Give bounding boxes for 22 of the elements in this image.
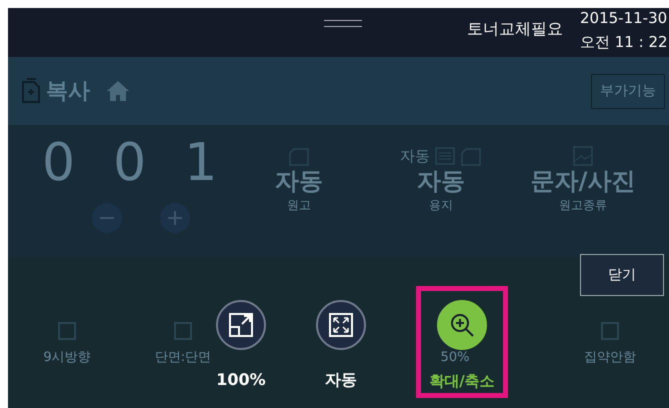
option-label[interactable]: 집약안함 xyxy=(584,348,636,368)
zoom-option[interactable]: 자동 xyxy=(315,286,367,398)
setting-value[interactable]: 자동 xyxy=(417,167,465,196)
copy-count-digit: 1 xyxy=(184,137,218,189)
option-label[interactable]: 9시방향 xyxy=(43,348,91,368)
setting-label: 용지 xyxy=(429,196,453,214)
date-text: 2015-11-30 xyxy=(580,8,668,29)
paper-mode-text: 자동 xyxy=(400,146,430,167)
extra-functions-button[interactable]: 부가기능 xyxy=(591,74,665,108)
setting-value[interactable]: 문자/사진 xyxy=(530,167,636,196)
close-button[interactable]: 닫기 xyxy=(580,254,664,296)
setting-label: 원고 xyxy=(287,196,311,214)
option-label[interactable]: 50% xyxy=(440,348,470,368)
copy-count-digit: 0 xyxy=(42,137,76,189)
zoom-option[interactable]: 100% xyxy=(213,286,269,398)
option-label[interactable]: 단면:단면 xyxy=(154,348,212,368)
toner-message: 토너교체필요 xyxy=(467,18,563,40)
copy-count-digit: 0 xyxy=(113,137,146,189)
time-text: 오전 11 : 22 xyxy=(580,32,668,53)
setting-value[interactable]: 자동 xyxy=(275,167,323,196)
setting-label: 원고종류 xyxy=(559,196,607,214)
page-title: 복사 xyxy=(46,78,90,106)
